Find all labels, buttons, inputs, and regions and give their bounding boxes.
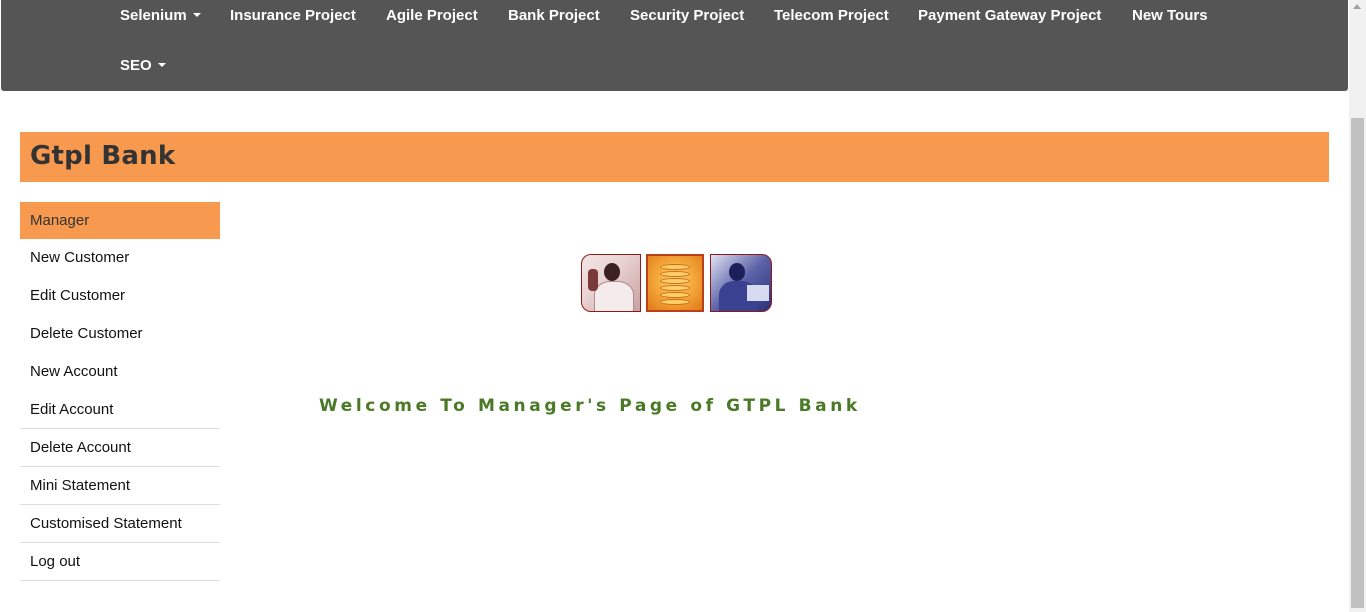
- nav-seo-dropdown[interactable]: SEO: [120, 57, 166, 75]
- menu-item-edit-account[interactable]: Edit Account: [20, 391, 220, 429]
- scroll-thumb[interactable]: [1351, 118, 1364, 608]
- nav-selenium-dropdown[interactable]: Selenium: [120, 7, 201, 25]
- menu-item-new-account[interactable]: New Account: [20, 353, 220, 391]
- nav-label: Selenium: [120, 7, 187, 24]
- menu-item-customised-statement[interactable]: Customised Statement: [20, 505, 220, 543]
- coin-stack-photo: [646, 254, 704, 312]
- vertical-scrollbar[interactable]: [1349, 0, 1366, 612]
- sidebar-menu: Manager New Customer Edit Customer Delet…: [20, 202, 220, 581]
- nav-bank-project[interactable]: Bank Project: [508, 7, 600, 25]
- menu-item-delete-account[interactable]: Delete Account: [20, 429, 220, 467]
- nav-label: SEO: [120, 57, 152, 74]
- nav-insurance-project[interactable]: Insurance Project: [230, 7, 356, 25]
- top-navbar: Selenium Insurance Project Agile Project…: [1, 0, 1348, 91]
- nav-telecom-project[interactable]: Telecom Project: [774, 7, 889, 25]
- menu-item-edit-customer[interactable]: Edit Customer: [20, 277, 220, 315]
- menu-item-mini-statement[interactable]: Mini Statement: [20, 467, 220, 505]
- caret-down-icon: [192, 13, 201, 18]
- menu-item-log-out[interactable]: Log out: [20, 543, 220, 581]
- bank-photo-strip: [580, 252, 773, 314]
- caret-down-icon: [157, 63, 166, 68]
- office-worker-photo: [710, 254, 772, 312]
- scroll-up-arrow-icon[interactable]: [1353, 4, 1361, 9]
- welcome-message: Welcome To Manager's Page of GTPL Bank: [319, 396, 861, 416]
- phone-call-photo: [581, 254, 641, 312]
- nav-new-tours[interactable]: New Tours: [1132, 7, 1208, 25]
- nav-security-project[interactable]: Security Project: [630, 7, 744, 25]
- nav-payment-gateway-project[interactable]: Payment Gateway Project: [918, 7, 1101, 25]
- page-title: Gtpl Bank: [30, 141, 176, 171]
- nav-agile-project[interactable]: Agile Project: [386, 7, 478, 25]
- menu-item-delete-customer[interactable]: Delete Customer: [20, 315, 220, 353]
- menu-item-manager[interactable]: Manager: [20, 202, 220, 239]
- page-header-banner: Gtpl Bank: [20, 132, 1329, 182]
- menu-item-new-customer[interactable]: New Customer: [20, 239, 220, 277]
